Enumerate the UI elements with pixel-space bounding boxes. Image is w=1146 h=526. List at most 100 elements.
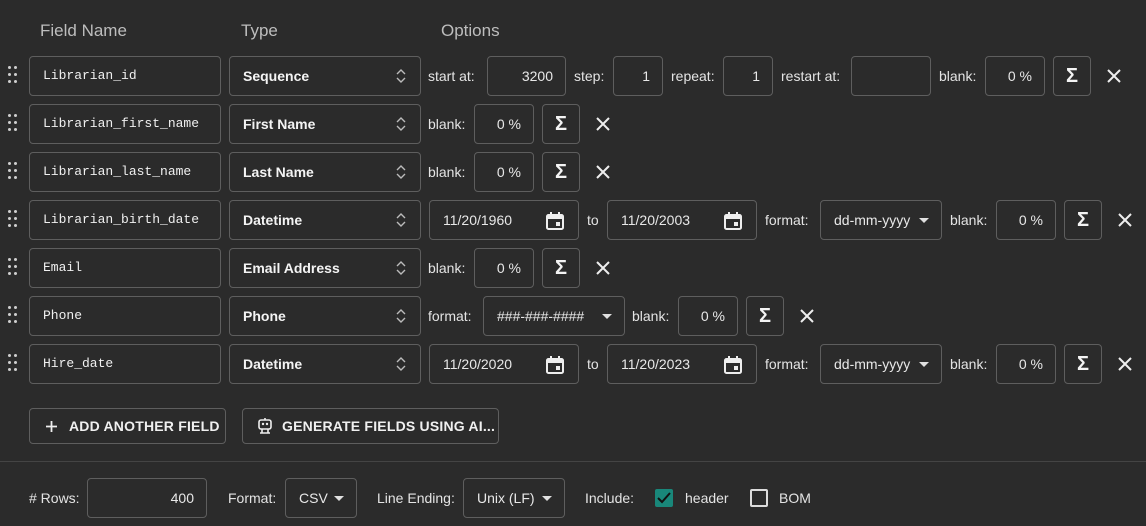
sigma-icon: Σ: [554, 161, 567, 183]
close-icon[interactable]: [595, 164, 611, 180]
date-from-input[interactable]: 11/20/2020: [429, 344, 579, 384]
date-format-value: dd-mm-yyyy: [834, 356, 911, 372]
robot-icon: [258, 418, 272, 434]
blank-input[interactable]: 0 %: [474, 104, 534, 144]
date-to-value: 11/20/2003: [621, 212, 691, 228]
field-type-select[interactable]: Last Name: [229, 152, 421, 192]
field-row: Librarian_first_name First Name blank: 0…: [0, 104, 1146, 144]
date-to-input[interactable]: 11/20/2003: [607, 200, 757, 240]
field-type-select[interactable]: Email Address: [229, 248, 421, 288]
sigma-button[interactable]: Σ: [1064, 200, 1102, 240]
field-type-select[interactable]: Phone: [229, 296, 421, 336]
drag-handle-icon[interactable]: [8, 66, 18, 86]
sigma-button[interactable]: Σ: [1053, 56, 1091, 96]
close-icon[interactable]: [595, 116, 611, 132]
field-type-select[interactable]: Sequence: [229, 56, 421, 96]
check-icon: [657, 492, 671, 504]
field-name-input[interactable]: Librarian_first_name: [29, 104, 221, 144]
close-icon[interactable]: [1106, 68, 1122, 84]
field-row: Librarian_last_name Last Name blank: 0 %…: [0, 152, 1146, 192]
start-at-input[interactable]: 3200: [487, 56, 566, 96]
divider: [0, 461, 1146, 462]
line-ending-select[interactable]: Unix (LF): [463, 478, 565, 518]
blank-input[interactable]: 0 %: [996, 200, 1056, 240]
sigma-button[interactable]: Σ: [1064, 344, 1102, 384]
file-format-value: CSV: [299, 490, 328, 506]
field-row: Librarian_birth_date Datetime 11/20/1960…: [0, 200, 1146, 240]
file-format-select[interactable]: CSV: [285, 478, 357, 518]
drag-handle-icon[interactable]: [8, 210, 18, 230]
calendar-icon[interactable]: [723, 355, 743, 375]
line-ending-value: Unix (LF): [477, 490, 535, 506]
blank-input[interactable]: 0 %: [474, 152, 534, 192]
caret-down-icon: [542, 496, 552, 501]
format-label: Format:: [228, 490, 277, 506]
date-to-input[interactable]: 11/20/2023: [607, 344, 757, 384]
sigma-icon: Σ: [1076, 209, 1089, 231]
step-input[interactable]: 1: [613, 56, 663, 96]
blank-input[interactable]: 0 %: [678, 296, 738, 336]
field-row: Hire_date Datetime 11/20/2020 to 11/20/2…: [0, 344, 1146, 384]
close-icon[interactable]: [1117, 356, 1133, 372]
caret-down-icon: [919, 362, 929, 367]
field-row: Phone Phone format: ###-###-#### blank: …: [0, 296, 1146, 336]
close-icon[interactable]: [1117, 212, 1133, 228]
field-name-input[interactable]: Phone: [29, 296, 221, 336]
field-name-input[interactable]: Email: [29, 248, 221, 288]
field-name-input[interactable]: Librarian_id: [29, 56, 221, 96]
field-name-input[interactable]: Librarian_last_name: [29, 152, 221, 192]
sigma-button[interactable]: Σ: [542, 248, 580, 288]
format-label: format:: [765, 356, 809, 372]
blank-label: blank:: [632, 308, 670, 324]
close-icon[interactable]: [799, 308, 815, 324]
field-name-input[interactable]: Librarian_birth_date: [29, 200, 221, 240]
close-icon[interactable]: [595, 260, 611, 276]
drag-handle-icon[interactable]: [8, 258, 18, 278]
generate-fields-ai-button[interactable]: GENERATE FIELDS USING AI...: [242, 408, 499, 444]
rows-label: # Rows:: [29, 490, 80, 506]
blank-input[interactable]: 0 %: [474, 248, 534, 288]
sigma-icon: Σ: [758, 305, 771, 327]
caret-down-icon: [919, 218, 929, 223]
bom-checkbox[interactable]: [750, 489, 768, 507]
blank-label: blank:: [950, 212, 988, 228]
rows-input[interactable]: 400: [87, 478, 207, 518]
repeat-input[interactable]: 1: [723, 56, 773, 96]
field-type-value: Sequence: [243, 68, 310, 84]
sigma-button[interactable]: Σ: [542, 104, 580, 144]
calendar-icon[interactable]: [545, 355, 565, 375]
header-checkbox[interactable]: [655, 489, 673, 507]
field-type-value: First Name: [243, 116, 316, 132]
sigma-button[interactable]: Σ: [746, 296, 784, 336]
date-format-select[interactable]: dd-mm-yyyy: [820, 200, 942, 240]
field-type-select[interactable]: First Name: [229, 104, 421, 144]
date-from-input[interactable]: 11/20/1960: [429, 200, 579, 240]
drag-handle-icon[interactable]: [8, 306, 18, 326]
blank-input[interactable]: 0 %: [996, 344, 1056, 384]
chevron-updown-icon: [396, 309, 406, 323]
date-to-value: 11/20/2023: [621, 356, 691, 372]
phone-format-select[interactable]: ###-###-####: [483, 296, 625, 336]
calendar-icon[interactable]: [723, 211, 743, 231]
blank-label: blank:: [950, 356, 988, 372]
date-format-select[interactable]: dd-mm-yyyy: [820, 344, 942, 384]
restart-at-input[interactable]: [851, 56, 931, 96]
add-another-field-button[interactable]: ADD ANOTHER FIELD: [29, 408, 226, 444]
add-another-field-label: ADD ANOTHER FIELD: [69, 418, 220, 434]
field-type-value: Last Name: [243, 164, 314, 180]
date-format-value: dd-mm-yyyy: [834, 212, 911, 228]
blank-input[interactable]: 0 %: [985, 56, 1045, 96]
field-name-input[interactable]: Hire_date: [29, 344, 221, 384]
field-type-select[interactable]: Datetime: [229, 344, 421, 384]
chevron-updown-icon: [396, 117, 406, 131]
field-type-select[interactable]: Datetime: [229, 200, 421, 240]
date-from-value: 11/20/2020: [443, 356, 513, 372]
drag-handle-icon[interactable]: [8, 162, 18, 182]
field-type-value: Email Address: [243, 260, 340, 276]
drag-handle-icon[interactable]: [8, 114, 18, 134]
drag-handle-icon[interactable]: [8, 354, 18, 374]
sigma-button[interactable]: Σ: [542, 152, 580, 192]
blank-label: blank:: [428, 164, 466, 180]
calendar-icon[interactable]: [545, 211, 565, 231]
sigma-icon: Σ: [1065, 65, 1078, 87]
